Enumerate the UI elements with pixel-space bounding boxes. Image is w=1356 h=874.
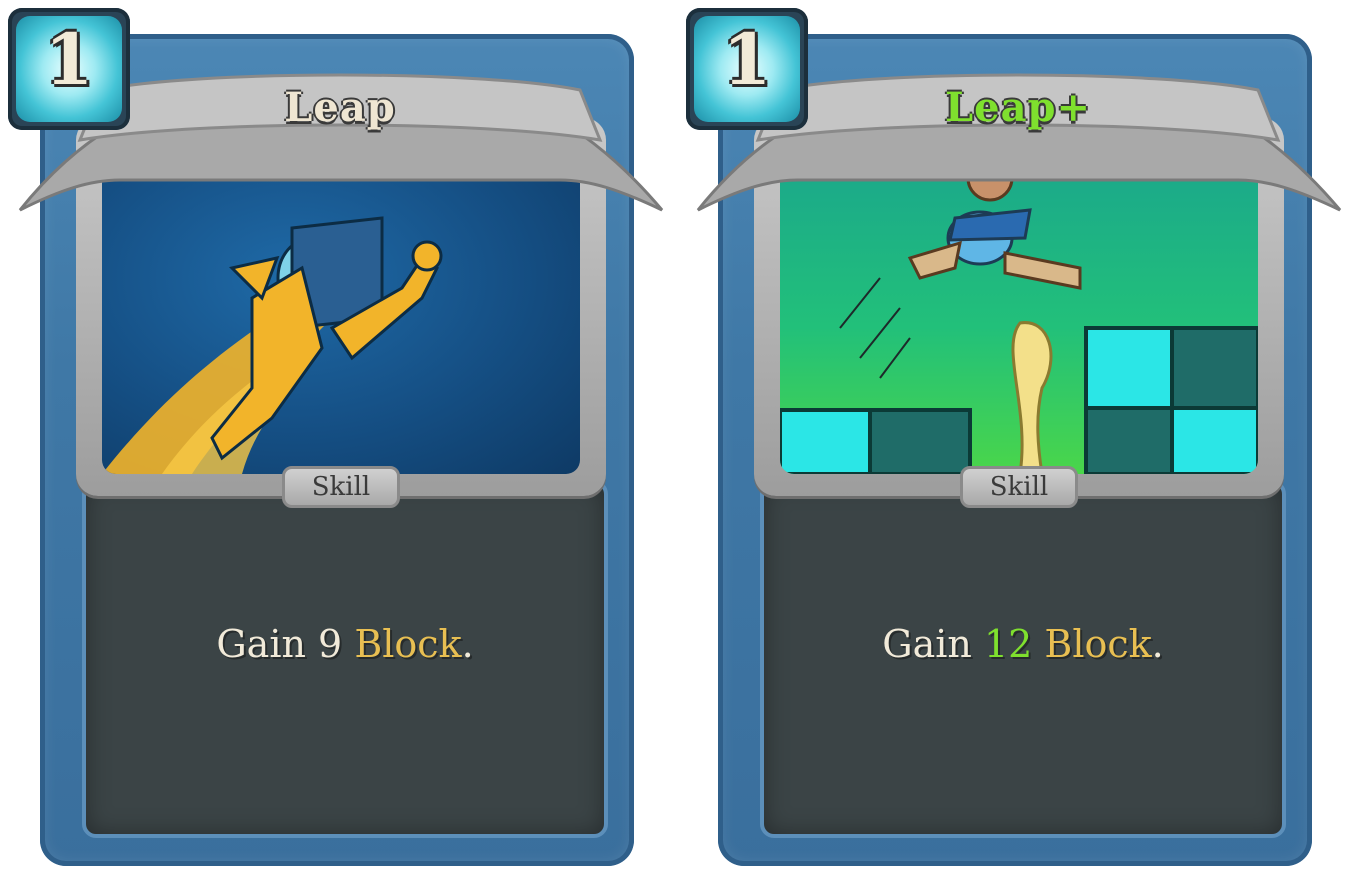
energy-cost-badge: 1 <box>8 8 130 130</box>
card-description: Gain 12 Block. <box>760 622 1286 666</box>
desc-suffix: . <box>461 622 474 666</box>
desc-keyword: Block <box>354 622 462 666</box>
desc-value: 12 <box>983 622 1033 666</box>
card-leap-plus[interactable]: Leap+ 1 Skill Gain 12 Block. <box>678 0 1356 874</box>
desc-prefix: Gain <box>882 622 984 666</box>
desc-keyword: Block <box>1044 622 1152 666</box>
card-type: Skill <box>282 466 400 508</box>
energy-cost: 1 <box>44 18 94 101</box>
card-type: Skill <box>960 466 1078 508</box>
desc-value: 9 <box>318 622 343 666</box>
card-leap[interactable]: Leap 1 Skill Gain 9 Block. <box>0 0 680 874</box>
card-description: Gain 9 Block. <box>82 622 608 666</box>
desc-prefix: Gain <box>216 622 319 666</box>
energy-cost: 1 <box>722 18 772 101</box>
card-title: Leap <box>284 84 396 131</box>
desc-suffix: . <box>1151 622 1164 666</box>
card-title: Leap+ <box>945 84 1091 131</box>
energy-cost-badge: 1 <box>686 8 808 130</box>
